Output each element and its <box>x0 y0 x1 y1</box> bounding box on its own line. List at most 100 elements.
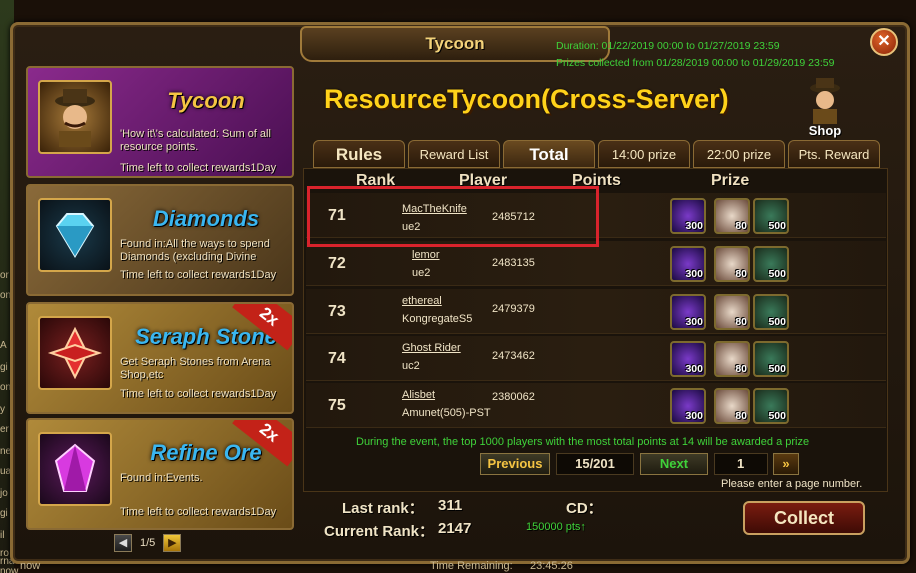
card-time: Time left to collect rewards1Day <box>120 388 277 400</box>
backdrop-text: A <box>0 340 7 351</box>
player-name-link[interactable]: ethereal <box>402 295 442 307</box>
purple-orb-icon[interactable]: 300 <box>670 341 706 377</box>
prizes-collected-text: Prizes collected from 01/28/2019 00:00 t… <box>556 57 835 69</box>
highlight-box <box>307 186 599 247</box>
next-button[interactable]: Next <box>640 453 708 475</box>
pearl-icon[interactable]: 80 <box>714 294 750 330</box>
shop-label: Shop <box>808 123 842 138</box>
event-card-refine-ore[interactable]: Refine Ore Found in:Events. Time left to… <box>26 418 294 530</box>
event-title: ResourceTycoon(Cross-Server) <box>324 84 729 114</box>
purple-orb-icon[interactable]: 300 <box>670 198 706 234</box>
prize-quantity: 500 <box>768 410 786 422</box>
card-desc: Found in:All the ways to spend Diamonds … <box>120 238 270 263</box>
close-button[interactable]: ✕ <box>870 28 898 56</box>
tab-14-prize[interactable]: 14:00 prize <box>598 140 690 168</box>
tab-reward-list[interactable]: Reward List <box>408 140 500 168</box>
refine-ore-icon <box>38 432 112 506</box>
shop-merchant-icon <box>810 78 840 124</box>
row-points: 2479379 <box>492 303 535 315</box>
event-list: Tycoon 'How it\'s calculated: Sum of all… <box>26 66 294 530</box>
page-hint: Please enter a page number. <box>721 478 863 490</box>
page-indicator: 15/201 <box>556 453 634 475</box>
duration-text: Duration: 01/22/2019 00:00 to 01/27/2019… <box>556 40 780 52</box>
table-row: 75 Alisbet Amunet(505)-PST 2380062 300 80 500 <box>306 383 886 428</box>
pearl-icon[interactable]: 80 <box>714 246 750 282</box>
event-card-diamonds[interactable]: Diamonds Found in:All the ways to spend … <box>26 184 294 296</box>
backdrop-text: or <box>0 270 9 281</box>
prize-quantity: 80 <box>735 410 747 422</box>
prev-page-button[interactable]: ◀ <box>114 534 132 552</box>
prize-quantity: 500 <box>768 363 786 375</box>
row-rank: 75 <box>328 397 346 414</box>
previous-button[interactable]: Previous <box>480 453 550 475</box>
player-server: Amunet(505)-PST <box>402 407 491 419</box>
last-rank-label: Last rank： <box>342 500 424 517</box>
row-rank: 73 <box>328 303 346 320</box>
page-number-input[interactable]: 1 <box>714 453 768 475</box>
scroll-icon[interactable]: 500 <box>753 198 789 234</box>
backdrop-text: 23:45:26 <box>530 560 573 572</box>
current-rank-value: 2147 <box>438 520 472 537</box>
scroll-icon[interactable]: 500 <box>753 246 789 282</box>
shop-button[interactable]: Shop <box>800 78 850 138</box>
col-prize: Prize <box>711 172 750 189</box>
card-title: Diamonds <box>152 206 260 231</box>
tab-pts-reward[interactable]: Pts. Reward <box>788 140 880 168</box>
row-rank: 72 <box>328 255 346 272</box>
table-row: 74 Ghost Rider uc2 2473462 300 80 500 <box>306 336 886 381</box>
current-rank-label: Current Rank： <box>324 523 435 540</box>
card-time: Time left to collect rewards1Day <box>120 269 277 281</box>
prize-quantity: 500 <box>768 220 786 232</box>
scroll-icon[interactable]: 500 <box>753 388 789 424</box>
event-card-tycoon[interactable]: Tycoon 'How it\'s calculated: Sum of all… <box>26 66 294 178</box>
prize-quantity: 80 <box>735 363 747 375</box>
table-row: 73 ethereal KongregateS5 2479379 300 80 500 <box>306 289 886 334</box>
tab-rules[interactable]: Rules <box>313 140 405 168</box>
go-button[interactable]: » <box>773 453 799 475</box>
backdrop-text: y <box>0 404 5 415</box>
game-screen: or on Agi on y er ne ua jo gi il ro rna now Tycoon Du… <box>0 0 916 573</box>
left-pager: ◀ 1/5 ▶ <box>114 534 182 552</box>
scroll-icon[interactable]: 500 <box>753 341 789 377</box>
purple-orb-icon[interactable]: 300 <box>670 246 706 282</box>
card-time: Time left to collect rewards1Day <box>120 506 277 518</box>
prize-quantity: 300 <box>685 410 703 422</box>
pearl-icon[interactable]: 80 <box>714 198 750 234</box>
player-server: ue2 <box>412 267 431 279</box>
player-name-link[interactable]: lemor <box>412 249 440 261</box>
last-rank-value: 311 <box>438 497 463 514</box>
tycoon-portrait-icon <box>38 80 112 154</box>
cd-label: CD： <box>566 500 603 517</box>
backdrop-text: gi <box>0 362 8 373</box>
player-server: KongregateS5 <box>402 313 473 325</box>
collect-button[interactable]: Collect <box>743 501 865 535</box>
row-points: 2380062 <box>492 391 535 403</box>
player-name-link[interactable]: Ghost Rider <box>402 342 461 354</box>
purple-orb-icon[interactable]: 300 <box>670 294 706 330</box>
pearl-icon[interactable]: 80 <box>714 341 750 377</box>
backdrop-text: jo <box>0 488 8 499</box>
player-name-link[interactable]: Alisbet <box>402 389 435 401</box>
tab-22-prize[interactable]: 22:00 prize <box>693 140 785 168</box>
prize-quantity: 300 <box>685 220 703 232</box>
backdrop-text: Time Remaining: <box>430 560 513 572</box>
prize-quantity: 80 <box>735 316 747 328</box>
scroll-icon[interactable]: 500 <box>753 294 789 330</box>
backdrop-text: now <box>20 560 41 572</box>
pearl-icon[interactable]: 80 <box>714 388 750 424</box>
table-row: 72 lemor ue2 2483135 300 80 500 <box>306 241 886 286</box>
prize-quantity: 500 <box>768 316 786 328</box>
award-note: During the event, the top 1000 players w… <box>356 436 810 448</box>
card-desc: Found in:Events. <box>120 472 203 484</box>
next-page-button[interactable]: ▶ <box>163 534 182 552</box>
prize-quantity: 300 <box>685 268 703 280</box>
event-card-seraph-stone[interactable]: Seraph Stone Get Seraph Stones from Aren… <box>26 302 294 414</box>
card-desc: 'How it\'s calculated: Sum of all resour… <box>120 128 271 153</box>
backdrop-text: er <box>0 424 9 435</box>
purple-orb-icon[interactable]: 300 <box>670 388 706 424</box>
backdrop-text: il <box>0 530 5 541</box>
tab-total[interactable]: Total <box>503 140 595 168</box>
backdrop-text: gi <box>0 508 8 519</box>
row-points: 2473462 <box>492 350 535 362</box>
row-rank: 74 <box>328 350 346 367</box>
